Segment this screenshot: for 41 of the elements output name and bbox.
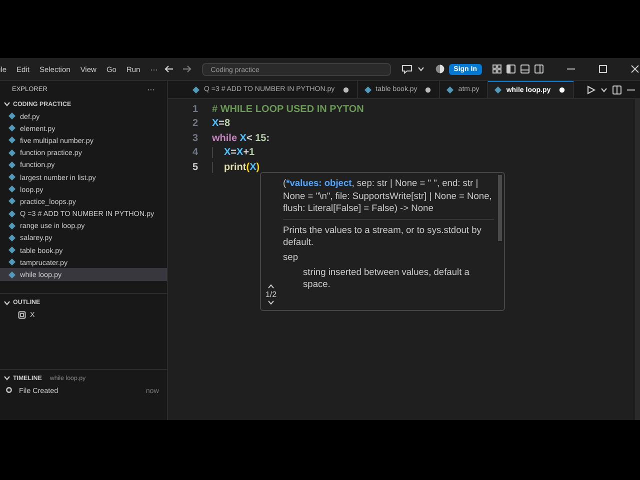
variable-icon [18,310,26,319]
split-editor-icon[interactable] [612,84,622,94]
forward-arrow-icon[interactable] [182,64,192,74]
line-number: 1 [191,104,199,115]
chevron-down-icon[interactable] [600,86,608,94]
sidebar-toggle-icon[interactable] [506,64,516,74]
line-number: 2 [191,118,199,130]
unsaved-dot-icon [342,86,349,92]
overload-counter: 1/2 [265,290,277,299]
chat-icon[interactable] [400,64,413,74]
close-icon[interactable] [630,64,640,74]
parameter-description: string inserted between values, default a space. [302,266,470,290]
description-text: Prints the values to a stream, or to sys.stdout by default. [283,224,482,248]
line-number: 5 [191,162,199,173]
unsaved-dot-icon [425,86,432,92]
run-icon[interactable] [586,84,596,94]
more-actions-button[interactable]: ··· [147,85,155,94]
code-line: while X< 15: [212,132,270,144]
unsaved-dot-icon [558,87,565,93]
line-number: 3 [191,132,199,144]
line-number: 4 [191,147,199,158]
customize-layout-icon[interactable] [492,64,502,74]
scrollbar-thumb [498,175,502,241]
chevron-down-icon[interactable] [267,300,275,306]
code-line: X=X+1 [212,147,255,158]
code-line: X=8 [212,118,230,130]
code-line: # WHILE LOOP USED IN PYTON [212,104,364,115]
signature-text: (*values: object, sep: str | None = " ", end: str | None = "\n", file: SupportsWrite[str] | None = None, flush: Literal[False] = False) -> None [283,177,494,220]
chevron-up-icon[interactable] [267,283,275,289]
python-file-icon [494,86,502,94]
python-file-icon [446,86,454,94]
back-arrow-icon[interactable] [164,64,174,74]
secondary-sidebar-icon[interactable] [534,64,544,74]
code-line: print(X) [212,162,260,173]
maximize-icon[interactable] [598,64,608,74]
parameter-name: sep [283,250,299,262]
python-file-icon [364,86,372,94]
python-file-icon [192,86,200,94]
commit-dot-icon [5,386,13,394]
chevron-down-icon[interactable] [416,65,425,73]
panel-toggle-icon[interactable] [520,64,530,74]
